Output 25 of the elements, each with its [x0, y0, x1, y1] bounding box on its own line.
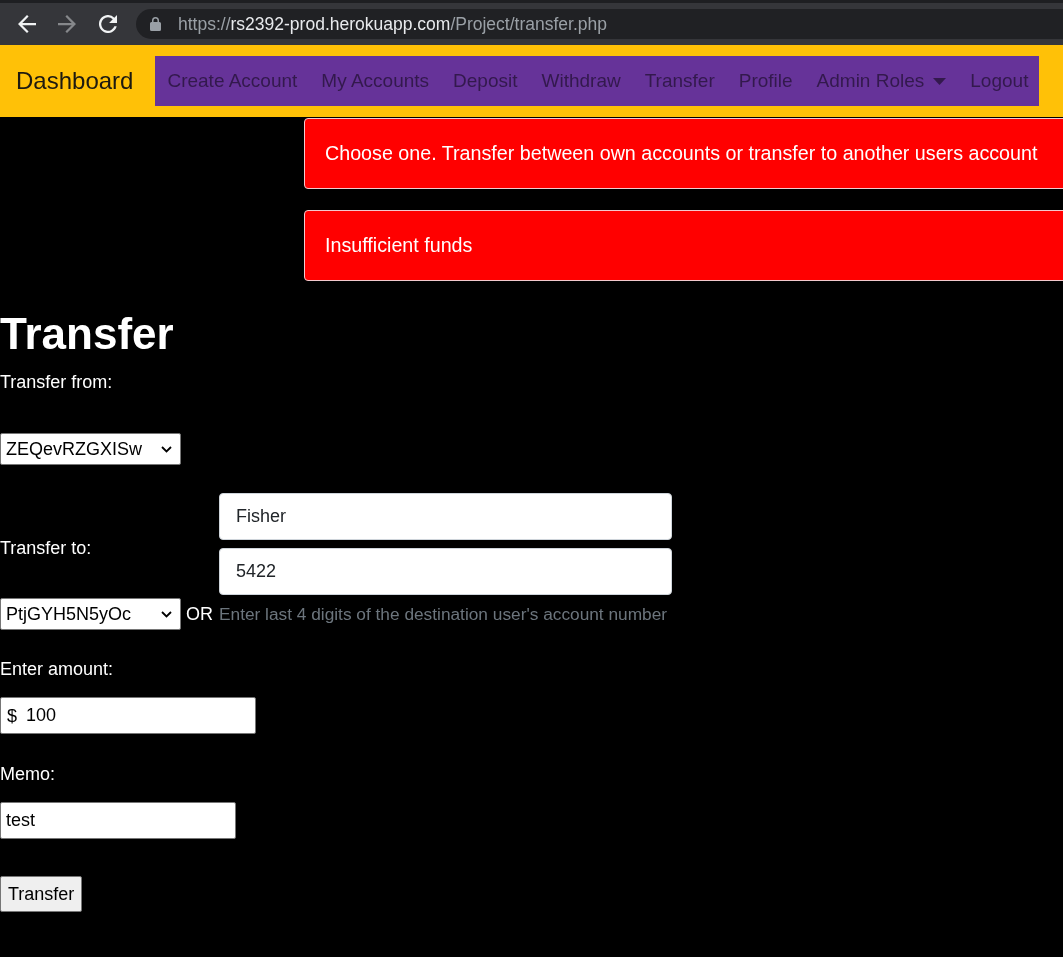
brand-link[interactable]: Dashboard — [16, 67, 134, 95]
or-text: OR — [186, 603, 213, 625]
field-label: Enter amount: — [0, 659, 114, 680]
currency-symbol: $ — [7, 705, 17, 726]
account-select[interactable]: PtjGYH5N5yOc — [0, 598, 181, 630]
reload-icon[interactable] — [99, 15, 117, 33]
transfer-button[interactable]: Transfer — [0, 876, 83, 912]
error-alert: Insufficient funds — [304, 210, 1063, 281]
chevron-down-icon — [161, 610, 172, 618]
field-label: Transfer from: — [0, 372, 113, 393]
error-alert: Choose one. Transfer between own accounts or transfer to another users account — [304, 118, 1063, 189]
field-label: Memo: — [0, 764, 55, 785]
account-digits-input[interactable]: 5422 — [219, 548, 672, 595]
account-select[interactable]: ZEQevRZGXISw — [0, 433, 181, 465]
lock-icon[interactable] — [150, 17, 161, 31]
field-label: Transfer to: — [0, 538, 92, 559]
page-title: Transfer — [0, 308, 174, 360]
help-text: Enter last 4 digits of the destination user's account number — [219, 603, 668, 625]
chevron-down-icon — [161, 445, 172, 453]
address-bar[interactable]: https://rs2392-prod.herokuapp.com/Project/transfer.php — [136, 9, 1063, 39]
url-text: https://rs2392-prod.herokuapp.com/Project/transfer.php — [178, 13, 607, 35]
back-arrow-icon[interactable] — [18, 15, 36, 33]
memo-input[interactable]: test — [0, 802, 236, 839]
last-name-input[interactable]: Fisher — [219, 493, 672, 540]
caret-down-icon — [933, 77, 947, 85]
